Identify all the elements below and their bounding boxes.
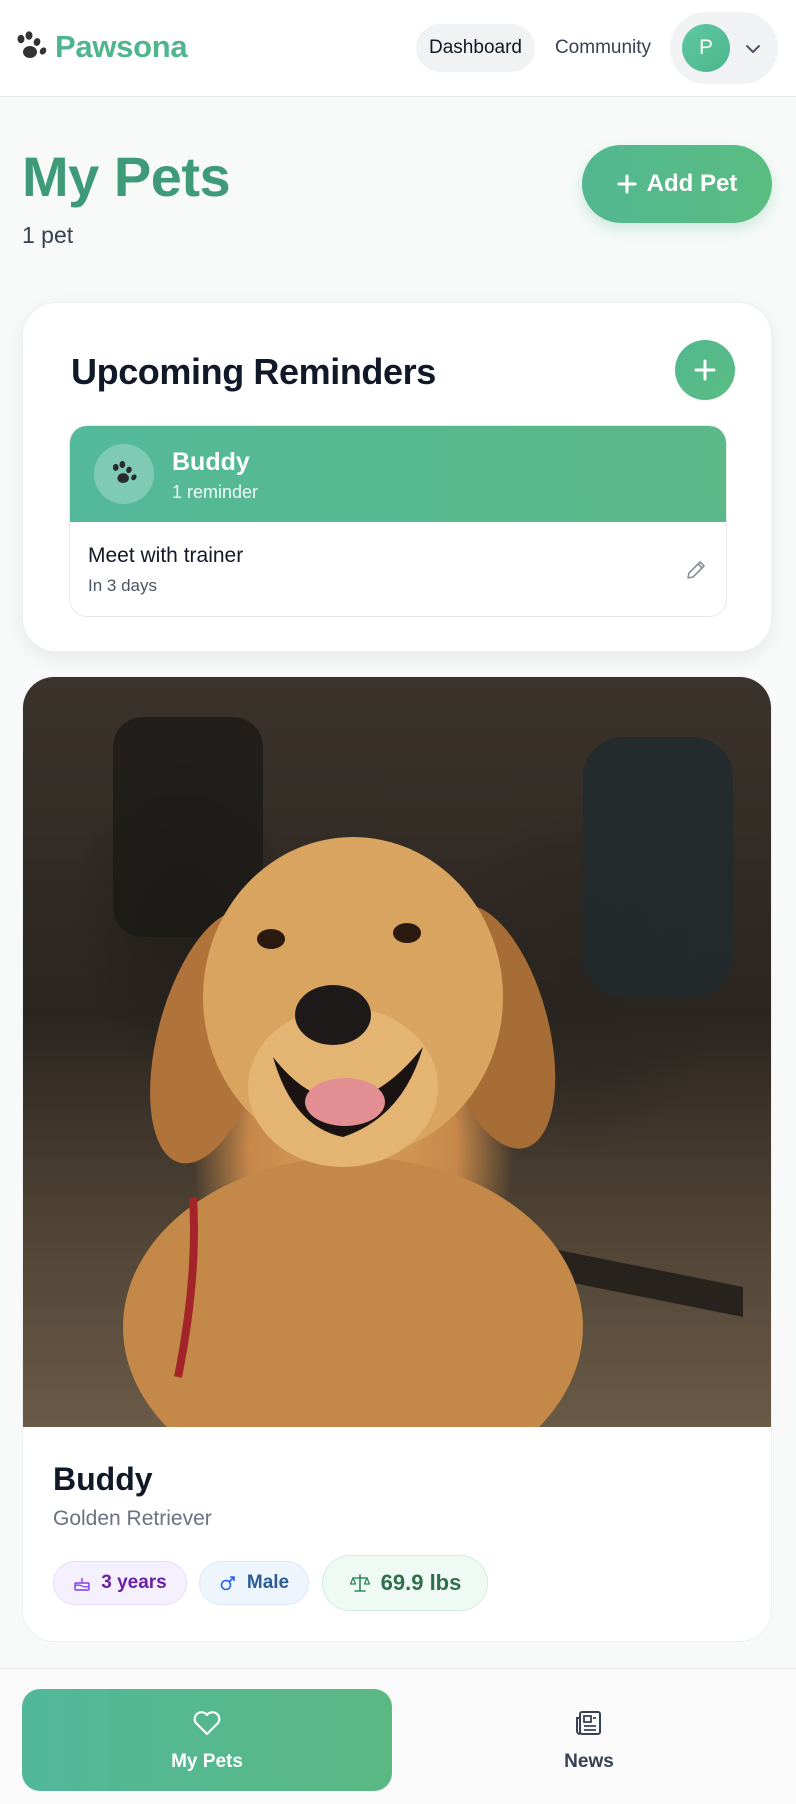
bottom-nav: My Pets News [0,1668,796,1804]
sex-badge: Male [199,1561,309,1605]
pet-count: 1 pet [22,222,74,248]
weight-text: 69.9 lbs [380,1570,462,1595]
pet-name: Buddy [53,1461,153,1497]
avatar: P [682,24,730,72]
nav-community[interactable]: Community [548,24,658,72]
pet-card[interactable]: Buddy Golden Retriever 3 years Male 69.9… [22,676,772,1642]
age-text: 3 years [101,1572,167,1593]
tab-news-label: News [564,1751,614,1772]
brand-name[interactable]: Pawsona [55,29,188,65]
paw-logo-icon [17,31,47,58]
scale-icon [349,1574,370,1592]
plus-icon [617,174,637,194]
male-symbol-icon [220,1576,235,1591]
paw-icon [94,444,154,504]
sex-text: Male [246,1572,290,1593]
reminder-due: In 3 days [88,576,157,595]
nav-dashboard[interactable]: Dashboard [416,24,535,72]
reminder-pet-name: Buddy [172,448,250,476]
weight-badge: 69.9 lbs [322,1555,488,1611]
reminder-count: 1 reminder [172,482,259,502]
cake-icon [74,1578,90,1591]
user-menu-button[interactable]: P [670,12,778,84]
top-header: Pawsona Dashboard Community P [0,0,796,97]
reminders-card: Upcoming Reminders Buddy 1 reminder Meet… [22,302,772,652]
add-reminder-button[interactable] [675,340,735,400]
tab-news[interactable]: News [404,1689,774,1791]
pet-breed: Golden Retriever [53,1507,212,1530]
dog-illustration [113,717,743,1497]
plus-icon [694,359,716,381]
reminder-group-header[interactable]: Buddy 1 reminder [70,426,726,522]
reminder-group: Buddy 1 reminder Meet with trainer In 3 … [69,425,727,617]
tab-my-pets-label: My Pets [171,1751,243,1772]
pet-photo [23,677,771,1497]
add-pet-button[interactable]: Add Pet [582,145,772,223]
pencil-edit-icon[interactable] [684,558,708,582]
newspaper-icon [576,1711,601,1735]
reminders-title: Upcoming Reminders [71,351,436,392]
reminder-title[interactable]: Meet with trainer [88,544,243,568]
add-pet-label: Add Pet [646,170,738,197]
tab-my-pets[interactable]: My Pets [22,1689,392,1791]
age-badge: 3 years [53,1561,187,1605]
chevron-down-icon [746,45,760,53]
page-title: My Pets [22,145,231,208]
heart-icon [193,1711,221,1736]
